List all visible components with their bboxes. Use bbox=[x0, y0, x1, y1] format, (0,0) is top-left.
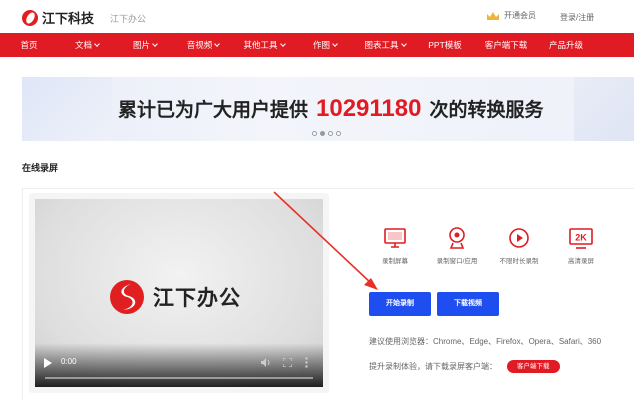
feature-label: 录制屏幕 bbox=[382, 258, 408, 265]
nav-item-label: 音视频 bbox=[186, 40, 213, 50]
carousel-dot[interactable] bbox=[312, 131, 317, 136]
more-options-icon[interactable] bbox=[305, 357, 308, 368]
login-register-link[interactable]: 登录/注册 bbox=[560, 12, 594, 23]
client-download-button[interactable]: 客户端下载 bbox=[507, 360, 560, 373]
feature-label: 录制窗口/应用 bbox=[436, 258, 478, 265]
video-brand: 江下办公 bbox=[109, 279, 241, 315]
chevron-down-icon bbox=[400, 41, 407, 47]
nav-item[interactable]: 文档 bbox=[58, 33, 116, 57]
vip-link[interactable]: 开通会员 bbox=[486, 10, 536, 21]
feature-hd-record: 2K 高清录屏 bbox=[550, 226, 612, 265]
banner-decoration-right bbox=[574, 77, 634, 141]
feature-label: 不限时长录制 bbox=[499, 258, 539, 265]
logo-subtitle: 江下办公 bbox=[110, 14, 147, 24]
carousel-dot[interactable] bbox=[328, 131, 333, 136]
nav-item[interactable]: 客户端下载 bbox=[474, 33, 538, 57]
nav-item[interactable]: 首页 bbox=[0, 33, 58, 57]
nav-item[interactable]: 图表工具 bbox=[354, 33, 416, 57]
banner-prefix: 累计已为广大用户提供 bbox=[118, 100, 309, 121]
browser-recommendation: 建议使用浏览器：Chrome、Edge、Firefox、Opera、Safari… bbox=[369, 337, 602, 346]
nav-item[interactable]: 作图 bbox=[296, 33, 354, 57]
banner-decoration-left bbox=[22, 77, 112, 141]
main-nav: 首页 文档 图片 音视频 其他工具 作图 图表工具 PPT模板 客户端下载 产品升级 bbox=[0, 33, 634, 57]
banner-number: 10291180 bbox=[316, 95, 422, 122]
carousel-dot[interactable] bbox=[320, 131, 325, 136]
nav-item[interactable]: 产品升级 bbox=[538, 33, 594, 57]
monitor-icon bbox=[384, 228, 406, 248]
volume-icon[interactable] bbox=[261, 358, 271, 367]
play-icon[interactable] bbox=[44, 358, 52, 368]
feature-list: 录制屏幕 录制窗口/应用 不限时长录制 2K 高清录屏 bbox=[364, 226, 612, 265]
play-circle-icon bbox=[509, 228, 529, 248]
carousel-dot[interactable] bbox=[336, 131, 341, 136]
feature-record-screen: 录制屏幕 bbox=[364, 226, 426, 265]
feature-label: 高清录屏 bbox=[568, 258, 594, 265]
chevron-down-icon bbox=[214, 41, 221, 47]
nav-item-label: 产品升级 bbox=[548, 40, 583, 50]
nav-item[interactable]: 音视频 bbox=[174, 33, 232, 57]
logo-icon bbox=[22, 9, 38, 26]
nav-item-label: 作图 bbox=[312, 40, 330, 50]
chevron-down-icon bbox=[279, 41, 286, 47]
logo[interactable]: 江下科技 bbox=[22, 8, 94, 27]
svg-text:2K: 2K bbox=[575, 233, 587, 243]
vip-label: 开通会员 bbox=[504, 11, 536, 20]
section-title: 在线录屏 bbox=[22, 163, 59, 173]
video-time: 0:00 bbox=[61, 357, 77, 366]
start-recording-button[interactable]: 开始录制 bbox=[369, 292, 431, 316]
nav-item-label: 图片 bbox=[132, 40, 150, 50]
nav-item-label: 客户端下载 bbox=[484, 40, 528, 50]
nav-item[interactable]: PPT模板 bbox=[416, 33, 474, 57]
chevron-down-icon bbox=[332, 41, 338, 47]
video-brand-text: 江下办公 bbox=[153, 287, 241, 310]
nav-item[interactable]: 其他工具 bbox=[232, 33, 296, 57]
brand-logo-icon bbox=[110, 280, 144, 314]
video-progress-bar[interactable] bbox=[45, 377, 313, 379]
banner-suffix: 次的转换服务 bbox=[429, 100, 544, 121]
upgrade-text: 提升录制体验，请下载录屏客户端： bbox=[369, 362, 497, 371]
chevron-down-icon bbox=[152, 41, 158, 47]
nav-item-label: 首页 bbox=[20, 40, 38, 50]
feature-unlimited-duration: 不限时长录制 bbox=[488, 226, 550, 265]
nav-item-label: PPT模板 bbox=[428, 40, 462, 50]
nav-item-label: 文档 bbox=[74, 40, 92, 50]
stats-banner[interactable]: 累计已为广大用户提供 10291180 次的转换服务 bbox=[22, 77, 634, 141]
upgrade-hint: 提升录制体验，请下载录屏客户端： 客户端下载 bbox=[369, 360, 560, 373]
nav-item[interactable]: 图片 bbox=[116, 33, 174, 57]
2k-icon: 2K bbox=[569, 228, 593, 249]
chevron-down-icon bbox=[94, 41, 100, 47]
download-video-button[interactable]: 下载视频 bbox=[437, 292, 499, 316]
nav-item-label: 其他工具 bbox=[243, 40, 278, 50]
carousel-dots bbox=[312, 131, 341, 136]
banner-text: 累计已为广大用户提供 10291180 次的转换服务 bbox=[118, 95, 544, 123]
webcam-icon bbox=[449, 227, 465, 249]
crown-icon bbox=[487, 11, 499, 20]
top-bar: 江下科技 江下办公 开通会员 登录/注册 bbox=[0, 0, 634, 34]
nav-item-label: 图表工具 bbox=[364, 40, 399, 50]
feature-record-window: 录制窗口/应用 bbox=[426, 226, 488, 265]
fullscreen-icon[interactable] bbox=[283, 358, 292, 367]
logo-text: 江下科技 bbox=[42, 11, 95, 26]
video-controls: 0:00 bbox=[35, 343, 323, 387]
